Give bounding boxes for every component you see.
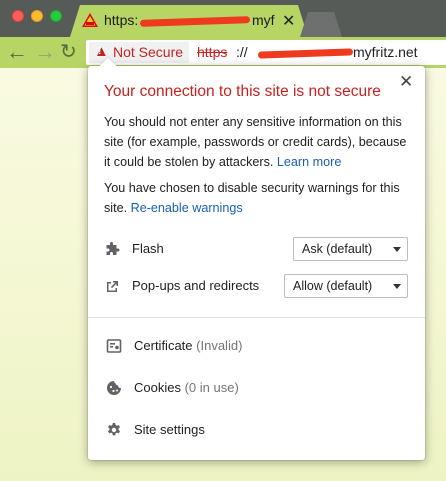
popups-select[interactable]: Allow (default)	[284, 274, 408, 298]
not-secure-label: Not Secure	[113, 44, 184, 60]
cookies-row[interactable]: Cookies (0 in use)	[88, 371, 425, 405]
url-domain-tail: myfritz.net	[353, 44, 418, 60]
window-maximize-button[interactable]	[50, 10, 62, 22]
warning-triangle-bang: !	[98, 46, 102, 57]
permission-row-popups: Pop-ups and redirects Allow (default)	[88, 273, 425, 301]
connection-warning-heading: Your connection to this site is not secu…	[104, 83, 381, 100]
popups-select-value: Allow (default)	[293, 279, 373, 293]
tab-strip: https: myf ✕	[0, 0, 446, 37]
site-settings-label: Site settings	[134, 422, 205, 437]
chevron-down-icon	[393, 247, 401, 252]
re-enable-warnings-link[interactable]: Re-enable warnings	[131, 201, 243, 215]
site-settings-row[interactable]: Site settings	[88, 413, 425, 447]
certificate-label-text: Certificate	[134, 338, 193, 353]
tab-title-scheme: https:	[104, 12, 139, 28]
close-icon[interactable]: ✕	[399, 72, 413, 92]
open-in-new-icon	[107, 281, 118, 292]
reload-icon[interactable]: ↻	[60, 40, 77, 64]
window-minimize-button[interactable]	[31, 10, 43, 22]
popups-label: Pop-ups and redirects	[132, 278, 260, 293]
puzzle-icon	[106, 242, 120, 255]
url-separator: ://	[236, 44, 248, 60]
cookies-label: Cookies (0 in use)	[134, 380, 239, 395]
flash-select[interactable]: Ask (default)	[293, 237, 408, 261]
forward-arrow-icon[interactable]: →	[34, 40, 56, 64]
address-bar[interactable]: ▲ ! Not Secure https :// myfritz.net	[86, 40, 446, 65]
active-tab[interactable]: https: myf ✕	[70, 5, 308, 37]
certificate-status: (Invalid)	[196, 338, 243, 353]
new-tab-button[interactable]	[300, 12, 342, 37]
tab-title-tail: myf	[252, 12, 275, 28]
certificate-icon	[106, 339, 122, 353]
divider	[88, 317, 425, 318]
toolbar: ← → ↻ ▲ ! Not Secure https :// myfritz.n…	[0, 37, 446, 68]
back-arrow-icon[interactable]: ←	[6, 40, 28, 64]
url-redaction-mark	[257, 48, 354, 59]
certificate-row[interactable]: Certificate (Invalid)	[88, 329, 425, 363]
chevron-down-icon	[393, 284, 401, 289]
gear-icon	[108, 423, 120, 436]
tab-close-icon[interactable]: ✕	[282, 11, 295, 31]
certificate-label: Certificate (Invalid)	[134, 338, 242, 353]
fritzbox-favicon-icon	[82, 13, 98, 27]
permission-row-flash: Flash Ask (default)	[88, 236, 425, 264]
site-info-popup: ✕ Your connection to this site is not se…	[88, 57, 425, 460]
sensitive-info-warning: You should not enter any sensitive infor…	[104, 112, 414, 172]
flash-label: Flash	[132, 241, 164, 256]
disabled-warnings-notice: You have chosen to disable security warn…	[104, 178, 414, 218]
url-scheme: https	[197, 44, 228, 60]
sensitive-info-text: You should not enter any sensitive infor…	[104, 115, 407, 169]
learn-more-link[interactable]: Learn more	[277, 155, 341, 169]
flash-select-value: Ask (default)	[302, 242, 373, 256]
cookie-icon	[107, 381, 121, 395]
window-close-button[interactable]	[12, 10, 24, 22]
cookies-count: (0 in use)	[184, 380, 239, 395]
cookies-label-text: Cookies	[134, 380, 181, 395]
